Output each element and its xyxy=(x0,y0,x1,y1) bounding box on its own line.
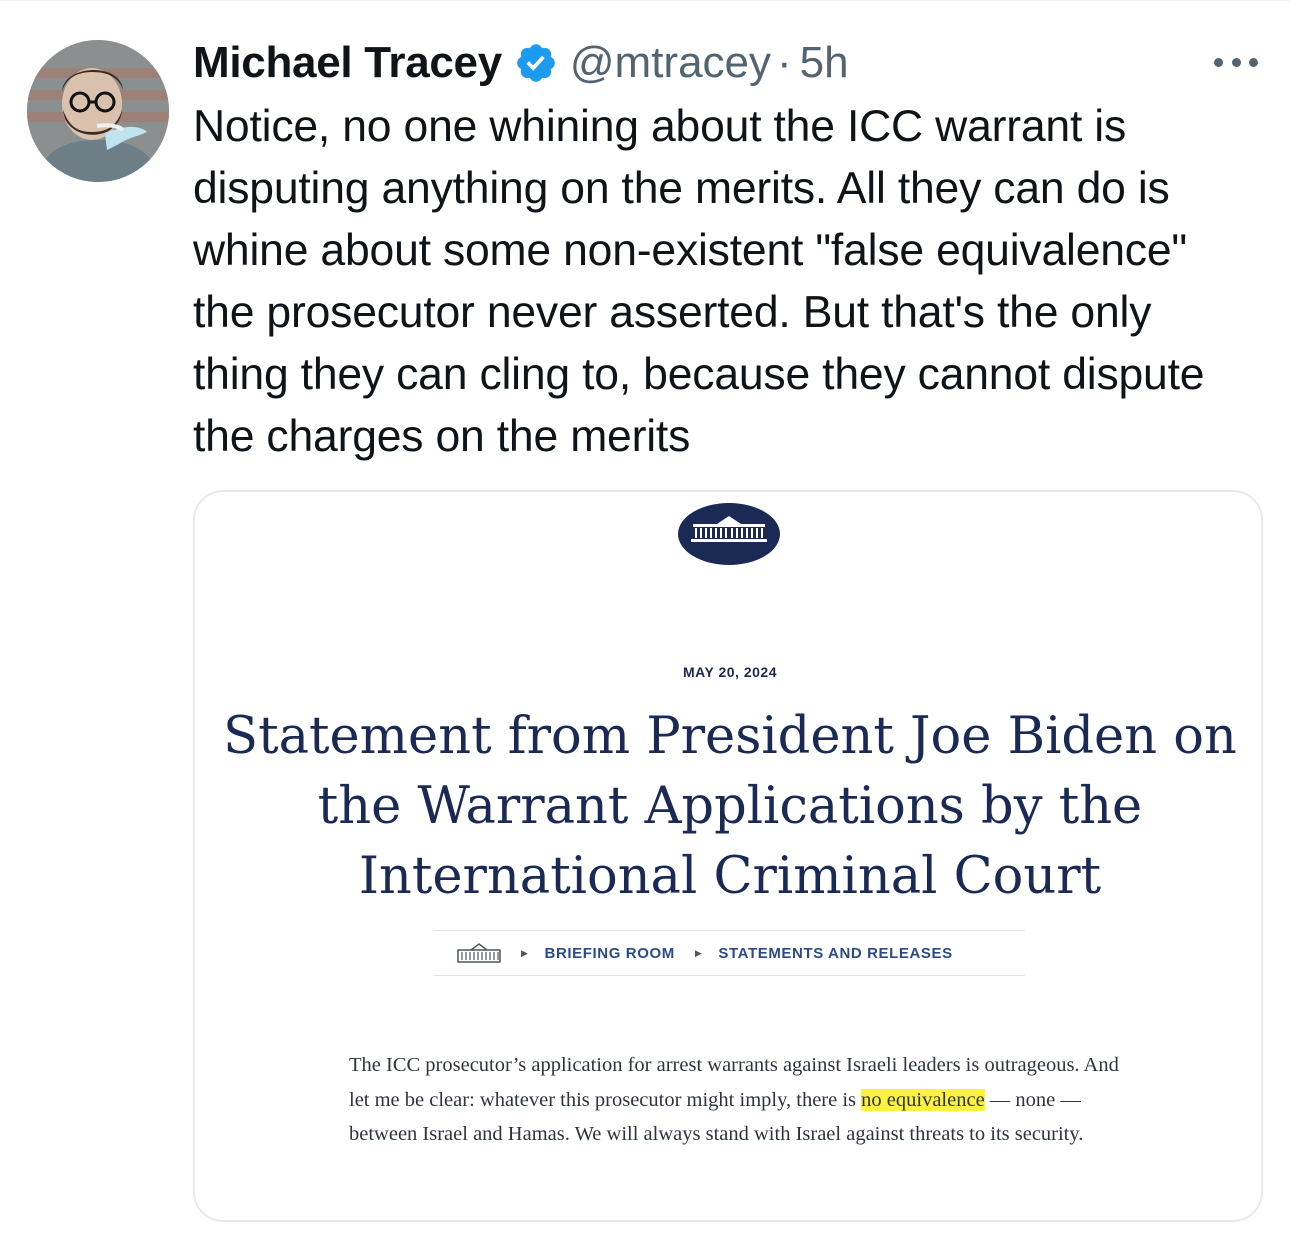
breadcrumb-briefing-room[interactable]: BRIEFING ROOM xyxy=(545,945,675,962)
more-dot xyxy=(1231,57,1241,67)
more-dot xyxy=(1214,57,1223,67)
handle[interactable]: @mtracey xyxy=(570,38,771,88)
avatar-illustration xyxy=(27,40,169,182)
more-horizontal-icon[interactable] xyxy=(1212,50,1260,74)
more-dot xyxy=(1249,57,1258,67)
breadcrumb-separator-icon: ▶ xyxy=(521,947,529,958)
release-body: The ICC prosecutor’s application for arr… xyxy=(349,1048,1129,1152)
tweet-header: Michael Tracey @mtracey · 5h xyxy=(193,34,849,92)
separator-dot: · xyxy=(777,38,792,87)
white-house-logo xyxy=(678,503,780,565)
release-date: MAY 20, 2024 xyxy=(683,664,777,680)
display-name[interactable]: Michael Tracey xyxy=(193,38,502,88)
avatar[interactable] xyxy=(27,40,169,182)
media-card[interactable]: MAY 20, 2024 Statement from President Jo… xyxy=(193,490,1263,1222)
release-title: Statement from President Joe Biden on th… xyxy=(223,707,1237,906)
verified-badge-icon xyxy=(517,44,555,82)
breadcrumb-separator-icon: ▶ xyxy=(694,947,703,958)
tweet: Michael Tracey @mtracey · 5h Notice, no … xyxy=(0,0,1290,1248)
breadcrumb-statements-releases[interactable]: STATEMENTS AND RELEASES xyxy=(718,945,952,962)
breadcrumb: ▶ BRIEFING ROOM ▶ STATEMENTS AND RELEASE… xyxy=(433,930,1025,976)
highlighted-text: no equivalence xyxy=(861,1088,985,1111)
white-house-home-icon[interactable] xyxy=(457,942,501,964)
tweet-text: Notice, no one whining about the ICC war… xyxy=(193,102,1205,461)
timestamp[interactable]: 5h xyxy=(800,38,849,88)
